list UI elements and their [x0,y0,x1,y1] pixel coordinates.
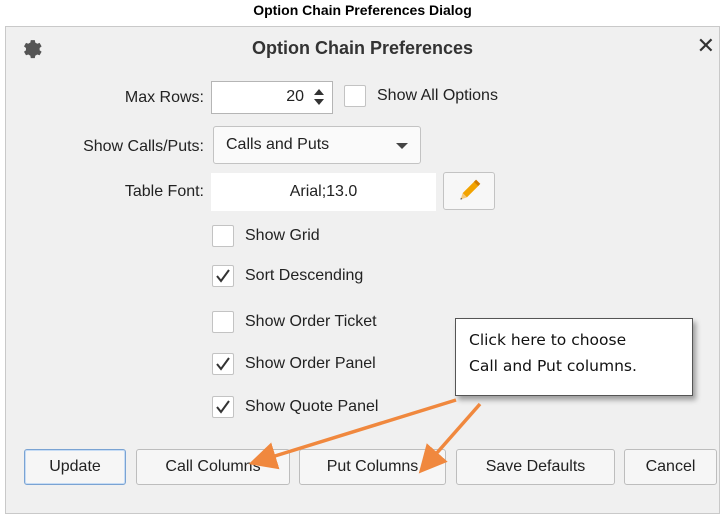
show-all-options-label: Show All Options [377,87,498,104]
figure-caption: Option Chain Preferences Dialog [253,2,472,18]
show-order-panel-label: Show Order Panel [245,355,376,372]
sort-descending-label: Sort Descending [245,267,364,284]
chevron-down-icon [396,143,408,149]
show-quote-panel-checkbox[interactable] [212,396,234,418]
table-font-field: Arial;13.0 [211,173,436,211]
show-calls-puts-label: Show Calls/Puts: [83,138,204,155]
callout-line-1: Click here to choose [469,331,627,349]
max-rows-label: Max Rows: [124,89,204,106]
sort-descending-checkbox[interactable] [212,265,234,287]
dialog-title-bar: Option Chain Preferences ✕ [6,27,719,71]
checkmark-icon [216,400,230,414]
show-quote-panel-label: Show Quote Panel [245,398,379,415]
dialog-title: Option Chain Preferences [251,38,474,58]
table-font-value: Arial;13.0 [289,183,358,200]
show-calls-puts-dropdown[interactable]: Calls and Puts [213,126,421,164]
update-button[interactable]: Update [24,449,126,485]
save-defaults-button[interactable]: Save Defaults [456,449,615,485]
edit-font-button[interactable] [443,172,495,210]
pencil-icon [460,179,481,200]
max-rows-value: 20 [286,88,304,105]
checkmark-icon [216,269,230,283]
show-grid-checkbox[interactable] [212,225,234,247]
show-all-options-checkbox[interactable] [344,85,366,107]
checkmark-icon [216,357,230,371]
callout-box: Click here to choose Call and Put column… [455,318,693,396]
callout-line-2: Call and Put columns. [469,357,637,375]
put-columns-button[interactable]: Put Columns [299,449,446,485]
spinner-arrows-icon[interactable] [313,88,325,106]
show-grid-label: Show Grid [245,227,320,244]
call-columns-button[interactable]: Call Columns [136,449,290,485]
cancel-button[interactable]: Cancel [624,449,717,485]
max-rows-spinner[interactable]: 20 [211,81,333,114]
close-icon[interactable]: ✕ [697,35,715,57]
show-order-ticket-checkbox[interactable] [212,311,234,333]
show-calls-puts-selected: Calls and Puts [226,136,330,153]
show-order-panel-checkbox[interactable] [212,353,234,375]
option-chain-preferences-dialog: Option Chain Preferences ✕ Max Rows: 20 … [5,26,720,514]
show-order-ticket-label: Show Order Ticket [245,313,377,330]
table-font-label: Table Font: [124,183,204,200]
